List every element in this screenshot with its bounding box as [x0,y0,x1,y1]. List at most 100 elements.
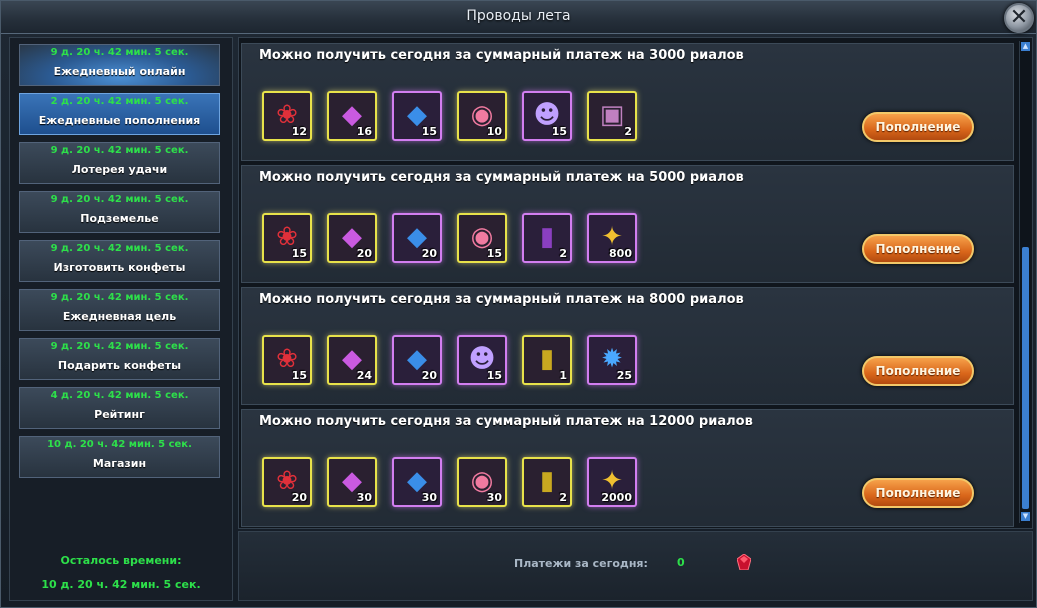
reward-item-slot[interactable]: ◉ 10 [457,91,507,141]
reward-item-count: 30 [486,491,502,504]
reward-item-count: 12 [291,125,307,138]
sidebar-item-label: Подарить конфеты [57,359,182,372]
event-window: Проводы лета ✕ 9 д. 20 ч. 42 мин. 5 сек.… [0,0,1037,608]
reward-item-slot[interactable]: ✦ 800 [587,213,637,263]
reward-item-slot[interactable]: ▮ 2 [522,213,572,263]
reward-tier-row: Можно получить сегодня за суммарный плат… [241,409,1014,527]
reward-item-count: 20 [421,247,437,260]
reward-item-slot[interactable]: ▣ 2 [587,91,637,141]
sidebar-item-label: Ежедневная цель [62,310,177,323]
reward-item-count: 20 [291,491,307,504]
sidebar-item-timer: 9 д. 20 ч. 42 мин. 5 сек. [50,47,189,58]
top-up-button[interactable]: Пополнение [862,356,974,386]
sidebar-item-timer: 9 д. 20 ч. 42 мин. 5 сек. [50,145,189,156]
sidebar-item[interactable]: 2 д. 20 ч. 42 мин. 5 сек. Ежедневные попо… [19,93,220,135]
sidebar-item-label: Изготовить конфеты [53,261,186,274]
sidebar-item-label: Рейтинг [94,408,145,421]
reward-list: Можно получить сегодня за суммарный плат… [238,37,1033,529]
sidebar-item[interactable]: 10 д. 20 ч. 42 мин. 5 сек. Магазин [19,436,220,478]
reward-item-slot[interactable]: ❀ 12 [262,91,312,141]
reward-item-slot[interactable]: ❀ 20 [262,457,312,507]
sidebar-item[interactable]: 4 д. 20 ч. 42 мин. 5 сек. Рейтинг [19,387,220,429]
reward-item-slot[interactable]: ◆ 20 [392,335,442,385]
sidebar-item-timer: 9 д. 20 ч. 42 мин. 5 сек. [50,243,189,254]
sidebar-item-timer: 9 д. 20 ч. 42 мин. 5 сек. [50,292,189,303]
red-gem-icon [737,554,751,570]
payments-footer: Платежи за сегодня: 0 [238,531,1033,601]
sidebar-item-timer: 9 д. 20 ч. 42 мин. 5 сек. [50,341,189,352]
reward-tier-row: Можно получить сегодня за суммарный плат… [241,165,1014,283]
reward-item-count: 2 [559,247,567,260]
reward-item-slot[interactable]: ❀ 15 [262,213,312,263]
reward-tier-title: Можно получить сегодня за суммарный плат… [259,48,744,63]
reward-item-slot[interactable]: ◆ 24 [327,335,377,385]
reward-item-slot[interactable]: ◆ 16 [327,91,377,141]
scroll-thumb[interactable] [1022,247,1029,509]
top-up-button[interactable]: Пополнение [862,112,974,142]
reward-item-slot[interactable]: ✦ 2000 [587,457,637,507]
reward-item-count: 30 [356,491,372,504]
sidebar-item[interactable]: 9 д. 20 ч. 42 мин. 5 сек. Изготовить конф… [19,240,220,282]
sidebar-item-label: Подземелье [80,212,159,225]
reward-item-count: 1 [559,369,567,382]
reward-item-slot[interactable]: ☻ 15 [522,91,572,141]
reward-item-slot[interactable]: ◆ 30 [327,457,377,507]
top-up-button[interactable]: Пополнение [862,478,974,508]
scroll-up-arrow-icon[interactable]: ▲ [1021,42,1030,51]
sidebar-item[interactable]: 9 д. 20 ч. 42 мин. 5 сек. Подарить конфет… [19,338,220,380]
payments-today-value: 0 [677,556,685,569]
reward-tier-title: Можно получить сегодня за суммарный плат… [259,170,744,185]
reward-item-count: 20 [356,247,372,260]
reward-item-count: 15 [486,247,502,260]
reward-tier-row: Можно получить сегодня за суммарный плат… [241,43,1014,161]
sidebar-item-timer: 9 д. 20 ч. 42 мин. 5 сек. [50,194,189,205]
reward-item-count: 25 [616,369,632,382]
reward-item-slot[interactable]: ◉ 30 [457,457,507,507]
sidebar-item[interactable]: 9 д. 20 ч. 42 мин. 5 сек. Лотерея удачи [19,142,220,184]
sidebar-item[interactable]: 9 д. 20 ч. 42 мин. 5 сек. Ежедневный онла… [19,44,220,86]
reward-item-count: 15 [486,369,502,382]
reward-item-count: 15 [421,125,437,138]
reward-item-count: 24 [356,369,372,382]
reward-item-count: 2 [559,491,567,504]
reward-item-slot[interactable]: ◆ 15 [392,91,442,141]
reward-scrollbar[interactable]: ▲ ▼ [1019,41,1031,523]
reward-item-slot[interactable]: ▮ 2 [522,457,572,507]
reward-tier-title: Можно получить сегодня за суммарный плат… [259,292,744,307]
sidebar-item-label: Лотерея удачи [71,163,168,176]
reward-item-count: 20 [421,369,437,382]
payments-today-label: Платежи за сегодня: [514,557,648,570]
sidebar-item[interactable]: 9 д. 20 ч. 42 мин. 5 сек. Ежедневная цель [19,289,220,331]
close-button[interactable]: ✕ [1004,3,1034,33]
reward-item-slot[interactable]: ◉ 15 [457,213,507,263]
reward-tier-row: Можно получить сегодня за суммарный плат… [241,287,1014,405]
reward-item-slot[interactable]: ◆ 30 [392,457,442,507]
reward-item-slot[interactable]: ◆ 20 [327,213,377,263]
sidebar-item-label: Магазин [92,457,147,470]
top-up-button[interactable]: Пополнение [862,234,974,264]
sidebar-item[interactable]: 9 д. 20 ч. 42 мин. 5 сек. Подземелье [19,191,220,233]
sidebar-item-timer: 4 д. 20 ч. 42 мин. 5 сек. [50,390,189,401]
reward-item-slot[interactable]: ✹ 25 [587,335,637,385]
sidebar-item-timer: 2 д. 20 ч. 42 мин. 5 сек. [50,96,189,107]
reward-item-count: 10 [486,125,502,138]
window-title: Проводы лета [466,8,571,24]
reward-item-count: 2 [624,125,632,138]
reward-item-slot[interactable]: ☻ 15 [457,335,507,385]
scroll-down-arrow-icon[interactable]: ▼ [1021,512,1030,521]
reward-item-count: 800 [609,247,632,260]
remaining-time-label: Осталось времени: [60,554,182,567]
reward-item-slot[interactable]: ❀ 15 [262,335,312,385]
reward-item-slot[interactable]: ◆ 20 [392,213,442,263]
reward-item-count: 2000 [601,491,632,504]
title-bar: Проводы лета [1,1,1036,34]
sidebar-item-label: Ежедневные пополнения [38,114,201,127]
reward-item-count: 15 [551,125,567,138]
event-sidebar: 9 д. 20 ч. 42 мин. 5 сек. Ежедневный онла… [9,37,233,601]
sidebar-item-label: Ежедневный онлайн [53,65,186,78]
reward-item-slot[interactable]: ▮ 1 [522,335,572,385]
reward-item-count: 15 [291,247,307,260]
sidebar-item-timer: 10 д. 20 ч. 42 мин. 5 сек. [47,439,192,450]
reward-tier-title: Можно получить сегодня за суммарный плат… [259,414,753,429]
reward-item-count: 15 [291,369,307,382]
